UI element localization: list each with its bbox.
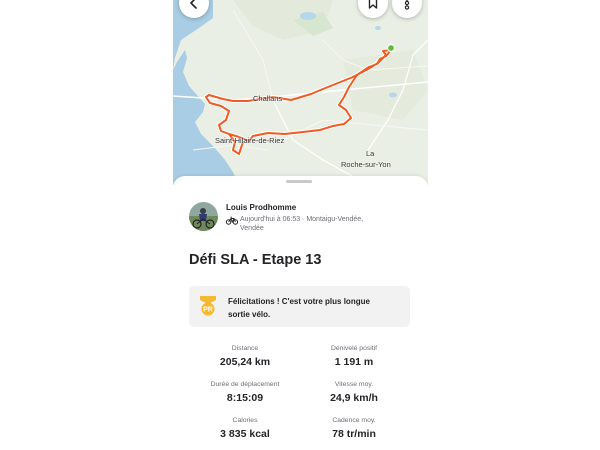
map-canvas [173,0,428,185]
athlete-name[interactable]: Louis Prodhomme [226,203,296,212]
map-place-la: La [366,149,375,158]
pr-message: Félicitations ! C'est votre plus longue … [228,295,403,321]
activity-title: Défi SLA - Etape 13 [189,252,322,268]
bookmark-icon [368,0,378,9]
more-vertical-icon [404,0,410,10]
stat-elevation-label: Dénivelé positif [330,345,378,352]
activity-meta-line2: Vendée [240,225,264,232]
stat-avg-speed-value: 24,9 km/h [330,392,378,404]
pr-achievement-card[interactable]: PR Félicitations ! C'est votre plus long… [189,286,410,327]
sheet-drag-handle[interactable] [286,180,312,183]
map-place-saint-hilaire: Saint-Hilaire-de-Riez [215,136,285,145]
stat-moving-time-value: 8:15:09 [226,392,264,404]
stat-cadence-label: Cadence moy. [332,417,376,424]
map-place-challans: Challans [253,94,283,103]
start-marker [386,43,396,53]
pr-medal-icon: PR [200,296,216,316]
activity-screen: Challans Saint-Hilaire-de-Riez La Roche-… [173,0,428,450]
activity-sheet[interactable]: Louis Prodhomme Aujourd'hui à 06:53 · Mo… [173,176,428,450]
back-arrow-icon [190,0,197,9]
stat-avg-speed-label: Vitesse moy. [334,381,374,388]
pr-message-line2: sortie vélo. [228,310,271,319]
stat-distance-label: Distance [231,345,259,352]
stat-distance-value: 205,24 km [219,356,271,368]
stat-cadence-value: 78 tr/min [332,428,376,440]
pr-badge-text: PR [203,307,213,314]
stat-calories-label: Calories [232,417,258,424]
activity-meta-line1: Aujourd'hui à 06:53 · Montaigu-Vendée, [240,216,364,223]
stat-moving-time-label: Durée de déplacement [210,381,280,388]
activity-meta: Aujourd'hui à 06:53 · Montaigu-Vendée, V… [240,215,390,233]
route-map[interactable]: Challans Saint-Hilaire-de-Riez La Roche-… [173,0,428,185]
pr-message-line1: Félicitations ! C'est votre plus longue [228,297,370,306]
stat-calories-value: 3 835 kcal [220,428,270,440]
bike-icon [226,216,238,225]
map-place-roche-sur-yon: Roche-sur-Yon [341,160,391,169]
avatar[interactable] [189,202,218,231]
stat-elevation-value: 1 191 m [334,356,374,368]
